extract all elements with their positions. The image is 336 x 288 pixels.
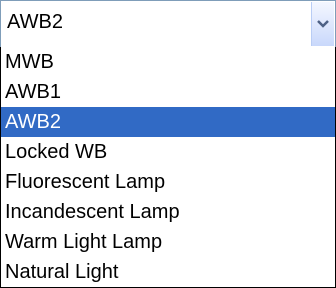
option-fluorescent-lamp[interactable]: Fluorescent Lamp — [1, 167, 335, 197]
option-awb2[interactable]: AWB2 — [1, 107, 335, 137]
option-incandescent-lamp[interactable]: Incandescent Lamp — [1, 197, 335, 227]
white-balance-select[interactable]: AWB2 — [0, 0, 336, 48]
chevron-down-icon — [317, 20, 329, 28]
option-locked-wb[interactable]: Locked WB — [1, 137, 335, 167]
select-current-value: AWB2 — [7, 11, 63, 33]
option-warm-light-lamp[interactable]: Warm Light Lamp — [1, 227, 335, 257]
dropdown-button[interactable] — [311, 2, 334, 46]
options-list: MWB AWB1 AWB2 Locked WB Fluorescent Lamp… — [0, 47, 336, 288]
option-awb1[interactable]: AWB1 — [1, 77, 335, 107]
option-natural-light[interactable]: Natural Light — [1, 257, 335, 287]
option-mwb[interactable]: MWB — [1, 47, 335, 77]
